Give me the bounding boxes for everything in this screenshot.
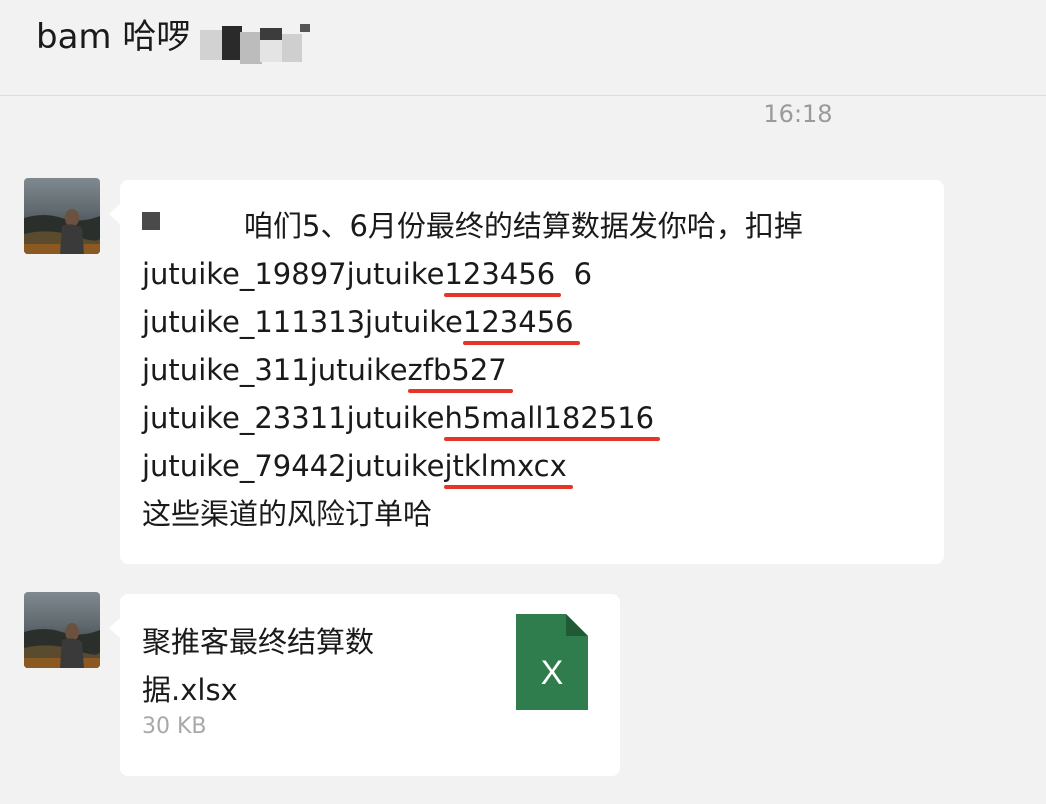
file-size: 30 KB xyxy=(142,714,207,739)
channel-line: jutuike_111313jutuike123456 xyxy=(142,305,574,339)
message-outro: 这些渠道的风险订单哈 xyxy=(142,497,433,531)
message-timestamp: 16:18 xyxy=(763,100,833,128)
sender-avatar[interactable] xyxy=(24,178,100,254)
message-text: 咱们5、6月份最终的结算数据发你哈，扣掉 jutuike_19897jutuik… xyxy=(142,202,803,538)
underlined-code: jtklmxcx xyxy=(444,449,567,483)
redacted-name-mosaic xyxy=(200,24,310,64)
channel-line: jutuike_19897jutuike123456 6 xyxy=(142,257,593,291)
square-glyph-icon xyxy=(142,212,160,230)
file-message-bubble[interactable]: 聚推客最终结算数据.xlsx 30 KB X xyxy=(109,594,620,776)
channel-line: jutuike_311jutuikezfb527 xyxy=(142,353,507,387)
file-name: 聚推客最终结算数据.xlsx xyxy=(142,625,375,707)
channel-line: jutuike_79442jutuikejtklmxcx xyxy=(142,449,567,483)
underlined-code: 123456 xyxy=(444,257,556,291)
avatar-photo xyxy=(24,178,100,254)
avatar-photo xyxy=(24,592,100,668)
chat-header: bam 哈啰 xyxy=(0,0,1046,96)
message-intro: 咱们5、6月份最终的结算数据发你哈，扣掉 xyxy=(244,209,803,243)
bubble-pointer xyxy=(109,204,120,224)
underlined-code: zfb527 xyxy=(407,353,507,387)
bubble-pointer xyxy=(109,618,120,638)
chat-title[interactable]: bam 哈啰 xyxy=(36,14,190,60)
underlined-code: 123456 xyxy=(462,305,574,339)
message-bubble[interactable]: 咱们5、6月份最终的结算数据发你哈，扣掉 jutuike_19897jutuik… xyxy=(109,180,944,564)
channel-line: jutuike_23311jutuikeh5mall182516 xyxy=(142,401,655,435)
underlined-code: h5mall182516 xyxy=(444,401,655,435)
excel-file-icon[interactable]: X xyxy=(516,614,588,710)
sender-avatar[interactable] xyxy=(24,592,100,668)
svg-text:X: X xyxy=(541,654,564,692)
